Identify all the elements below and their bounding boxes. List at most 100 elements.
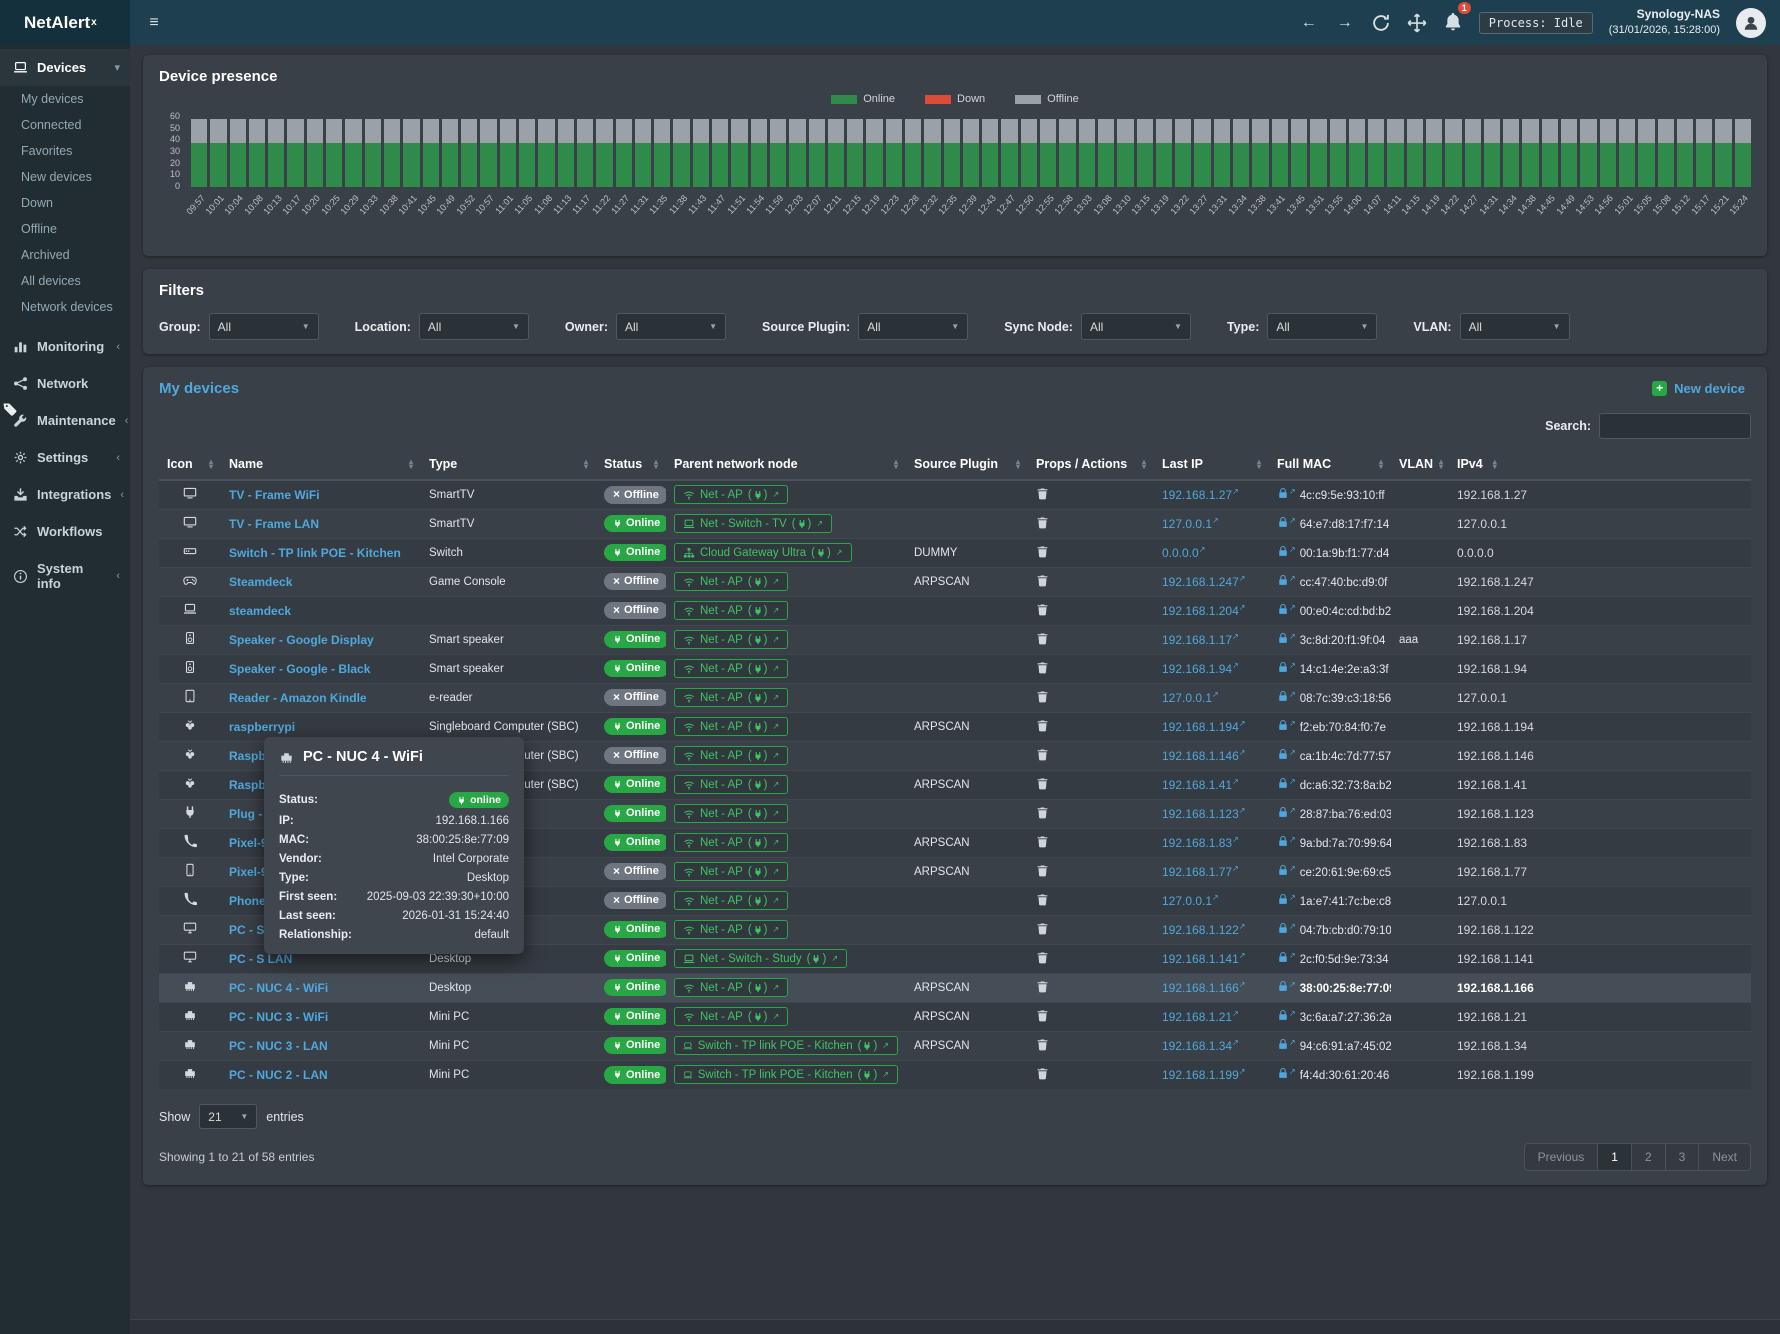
delete-icon[interactable] [1036,835,1049,848]
presence-bar[interactable] [982,113,998,187]
sidebar-item-network[interactable]: Network [0,365,130,402]
sidebar-subitem-down[interactable]: Down [0,190,130,216]
table-row[interactable]: PC - NUC 3 - WiFiMini PCOnlineNet - AP()… [159,1002,1751,1031]
filter-select-source-plugin[interactable]: All▼ [858,313,968,340]
column-header-type[interactable]: Type▴▾ [421,449,596,480]
sidebar-subitem-all-devices[interactable]: All devices [0,268,130,294]
presence-bar[interactable] [1638,113,1654,187]
presence-bar[interactable] [558,113,574,187]
delete-icon[interactable] [1036,1038,1049,1051]
presence-bar[interactable] [461,113,477,187]
device-name-link[interactable]: PC - NUC 4 - WiFi [229,981,328,995]
device-name-link[interactable]: Switch - TP link POE - Kitchen [229,546,401,560]
presence-bar[interactable] [905,113,921,187]
parent-node-button[interactable]: Net - AP()↗ [674,659,788,678]
last-ip-link[interactable]: 192.168.1.17↗ [1162,633,1239,647]
last-ip-link[interactable]: 192.168.1.199↗ [1162,1068,1245,1082]
presence-bar[interactable] [596,113,612,187]
app-brand[interactable]: NetAlertx [0,0,130,45]
presence-bar[interactable] [1387,113,1403,187]
user-avatar[interactable] [1736,8,1766,38]
presence-bar[interactable] [287,113,303,187]
sidebar-item-system-info[interactable]: System info‹ [0,550,130,602]
presence-bar[interactable] [1503,113,1519,187]
sort-icon[interactable]: ▴▾ [1016,459,1020,470]
device-name-link[interactable]: PC - NUC 2 - LAN [229,1068,328,1082]
nav-back-icon[interactable]: ← [1299,13,1319,33]
device-name-link[interactable]: Speaker - Google - Black [229,662,370,676]
presence-bar[interactable] [944,113,960,187]
presence-bar[interactable] [673,113,689,187]
parent-node-button[interactable]: Net - AP()↗ [674,630,788,649]
parent-node-button[interactable]: Net - AP()↗ [674,688,788,707]
column-header-full-mac[interactable]: Full MAC▴▾ [1269,449,1391,480]
presence-bar[interactable] [326,113,342,187]
delete-icon[interactable] [1036,1067,1049,1080]
sidebar-subitem-offline[interactable]: Offline [0,216,130,242]
presence-bar[interactable] [1465,113,1481,187]
presence-bar[interactable] [307,113,323,187]
column-header-ipv4[interactable]: IPv4▴▾ [1449,449,1751,480]
parent-node-button[interactable]: Net - AP()↗ [674,891,788,910]
lock-icon[interactable]: ↗ [1277,922,1296,934]
presence-bar[interactable] [1580,113,1596,187]
presence-bar[interactable] [1214,113,1230,187]
sort-icon[interactable]: ▴▾ [1257,459,1261,470]
lock-icon[interactable]: ↗ [1277,777,1296,789]
last-ip-link[interactable]: 192.168.1.83↗ [1162,836,1239,850]
delete-icon[interactable] [1036,864,1049,877]
sidebar-item-maintenance[interactable]: Maintenance‹ [0,402,130,439]
presence-bar[interactable] [1194,113,1210,187]
parent-node-button[interactable]: Net - AP()↗ [674,862,788,881]
lock-icon[interactable]: ↗ [1277,719,1296,731]
delete-icon[interactable] [1036,487,1049,500]
new-device-button[interactable]: + New device [1646,380,1751,397]
last-ip-link[interactable]: 192.168.1.27↗ [1162,488,1239,502]
lock-icon[interactable]: ↗ [1277,690,1296,702]
pagination-previous[interactable]: Previous [1524,1143,1599,1171]
presence-bar[interactable] [577,113,593,187]
table-row[interactable]: Reader - Amazon Kindlee-reader×OfflineNe… [159,683,1751,712]
lock-icon[interactable]: ↗ [1277,487,1296,499]
presence-bar[interactable] [1137,113,1153,187]
delete-icon[interactable] [1036,777,1049,790]
device-name-link[interactable]: Steamdeck [229,575,292,589]
lock-icon[interactable]: ↗ [1277,603,1296,615]
table-row[interactable]: PC - NUC 3 - LANMini PCOnlineSwitch - TP… [159,1031,1751,1060]
table-row[interactable]: PC - NUC 4 - WiFiDesktopOnlineNet - AP()… [159,973,1751,1002]
delete-icon[interactable] [1036,980,1049,993]
sort-icon[interactable]: ▴▾ [1493,459,1497,470]
delete-icon[interactable] [1036,748,1049,761]
presence-bar[interactable] [1233,113,1249,187]
last-ip-link[interactable]: 192.168.1.21↗ [1162,1010,1239,1024]
sort-icon[interactable]: ▴▾ [409,459,413,470]
presence-bar[interactable] [1677,113,1693,187]
delete-icon[interactable] [1036,893,1049,906]
presence-bar[interactable] [924,113,940,187]
parent-node-button[interactable]: Net - AP()↗ [674,485,788,504]
column-header-vlan[interactable]: VLAN▴▾ [1391,449,1449,480]
delete-icon[interactable] [1036,1009,1049,1022]
column-header-source-plugin[interactable]: Source Plugin▴▾ [906,449,1028,480]
delete-icon[interactable] [1036,690,1049,703]
nav-forward-icon[interactable]: → [1335,13,1355,33]
last-ip-link[interactable]: 192.168.1.34↗ [1162,1039,1239,1053]
device-name-link[interactable]: Pixel-9 [229,836,268,850]
search-input[interactable] [1599,413,1751,439]
parent-node-button[interactable]: Net - AP()↗ [674,920,788,939]
parent-node-button[interactable]: Net - Switch - TV()↗ [674,514,832,533]
table-row[interactable]: Switch - TP link POE - KitchenSwitchOnli… [159,538,1751,567]
presence-bar[interactable] [442,113,458,187]
presence-bar[interactable] [1735,113,1751,187]
column-header-parent-network-node[interactable]: Parent network node▴▾ [666,449,906,480]
sidebar-subitem-new-devices[interactable]: New devices [0,164,130,190]
presence-bar[interactable] [1117,113,1133,187]
presence-bar[interactable] [1175,113,1191,187]
presence-bar[interactable] [828,113,844,187]
presence-bar[interactable] [1079,113,1095,187]
presence-bar[interactable] [1542,113,1558,187]
parent-node-button[interactable]: Net - AP()↗ [674,746,788,765]
lock-icon[interactable]: ↗ [1277,748,1296,760]
presence-bar[interactable] [654,113,670,187]
device-name-link[interactable]: Speaker - Google Display [229,633,374,647]
